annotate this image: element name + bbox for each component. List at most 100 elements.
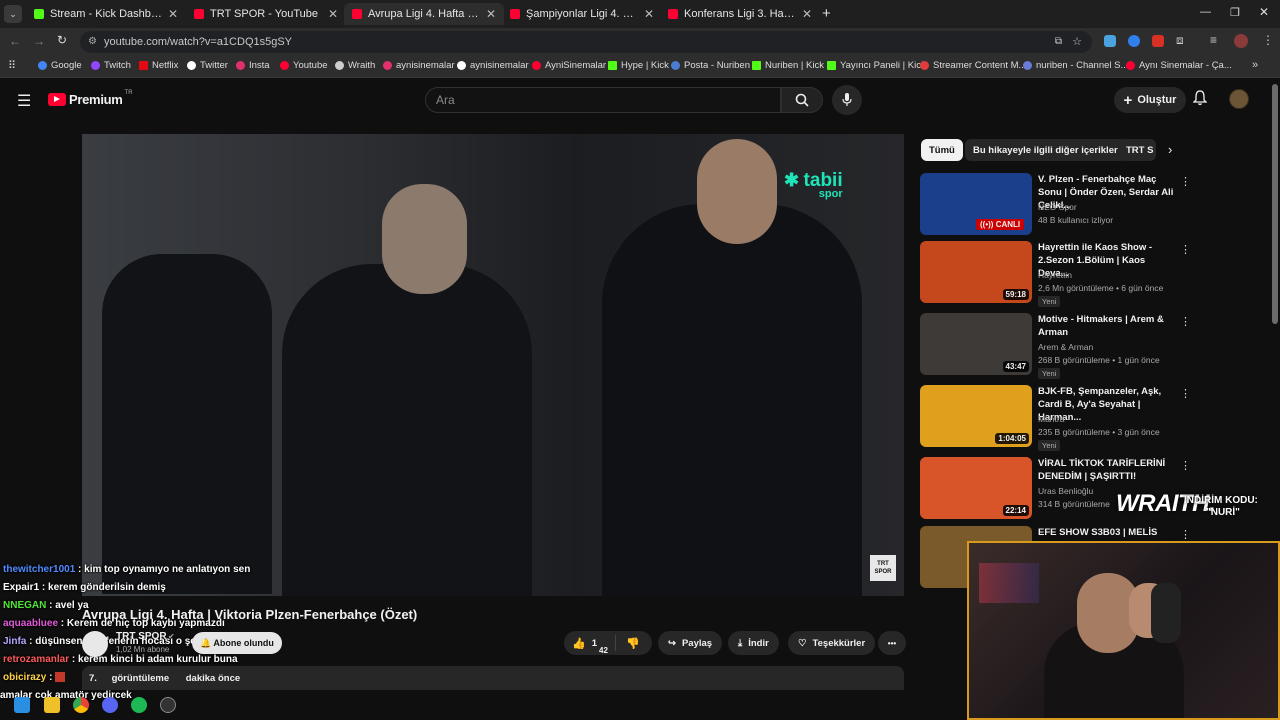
bookmark-ayni-sinemalar[interactable]: Aynı Sinemalar - Ça... [1126,60,1232,71]
more-options-icon[interactable]: ⋮ [1180,243,1191,256]
chip-related[interactable]: Bu hikayeyle ilgili diğer içerikler [965,139,1126,161]
more-options-icon[interactable]: ⋮ [1180,528,1191,541]
recommendation-channel[interactable]: Uras Benlioğlu [1038,486,1093,496]
more-actions-button[interactable]: ••• [878,631,906,655]
create-button[interactable]: + Oluştur [1114,87,1186,113]
extensions-puzzle-icon[interactable]: ⧈ [1176,33,1184,48]
recommendation-title[interactable]: VİRAL TİKTOK TARİFLERİNİ DENEDİM | ŞAŞIR… [1038,457,1178,483]
close-icon[interactable]: ✕ [802,7,812,21]
close-icon[interactable]: ✕ [644,7,654,21]
bookmark-twitch[interactable]: Twitch [91,60,131,71]
bookmark-hype-kick[interactable]: Hype | Kick [608,60,669,71]
voice-search-button[interactable] [832,85,862,115]
chat-username[interactable]: Expair1 [3,582,39,593]
chat-username[interactable]: obicirazy [3,672,46,683]
bookmark-netflix[interactable]: Netflix [139,60,178,71]
spotify-icon[interactable] [131,697,147,713]
search-button[interactable] [781,87,823,113]
bookmark-insta[interactable]: Insta [236,60,270,71]
subscribed-button[interactable]: 🔔 Abone olundu [192,632,282,654]
bookmark-channel[interactable]: nuriben - Channel S... [1023,60,1128,71]
recommendation-item[interactable]: 59:18 Hayrettin ile Kaos Show - 2.Sezon 1… [920,241,1191,307]
search-input[interactable]: Ara [425,87,781,113]
recommendation-item[interactable]: 43:47 Motive - Hitmakers | Arem & Arman Ar… [920,313,1191,379]
file-explorer-icon[interactable] [44,697,60,713]
more-options-icon[interactable]: ⋮ [1180,459,1191,472]
bookmark-yayinci-paneli[interactable]: Yayıncı Paneli | Kick [827,60,926,71]
bookmark-nuriben-kick[interactable]: Nuriben | Kick [752,60,824,71]
chat-username[interactable]: NNEGAN [3,600,46,611]
reload-icon[interactable]: ↻ [57,33,67,47]
more-options-icon[interactable]: ⋮ [1180,387,1191,400]
address-bar[interactable]: ⚙ youtube.com/watch?v=a1CDQ1s5gSY ⧉ ☆ [80,31,1092,53]
bookmark-aynisinemalar-1[interactable]: aynisinemalar [383,60,455,71]
media-controls-icon[interactable]: ≡ [1210,33,1217,47]
video-player[interactable]: ✱ tabii spor TRT SPOR [82,134,904,596]
recommendation-channel[interactable]: Arem & Arman [1038,342,1093,352]
bookmark-posta[interactable]: Posta - Nuriben [671,60,750,71]
channel-name[interactable]: TRT SPOR [116,631,167,642]
bookmark-twitter[interactable]: Twitter [187,60,228,71]
close-icon[interactable]: ✕ [168,7,178,21]
more-options-icon[interactable]: ⋮ [1180,315,1191,328]
discord-icon[interactable] [102,697,118,713]
dislike-button[interactable]: 👎 [616,637,640,650]
browser-tab-2[interactable]: TRT SPOR - YouTube ✕ [186,3,346,25]
notifications-bell-icon[interactable] [1192,90,1208,106]
browser-tab-1[interactable]: Stream - Kick Dashboard ✕ [26,3,186,25]
extension-red-icon[interactable] [1152,35,1164,47]
chrome-icon[interactable] [73,697,89,713]
chip-all[interactable]: Tümü [921,139,963,161]
profile-avatar-icon[interactable] [1234,34,1248,48]
more-bookmarks-icon[interactable]: » [1252,59,1258,71]
back-icon[interactable]: ← [9,34,21,48]
account-avatar[interactable] [1229,89,1249,109]
bookmark-aynisinemalar-3[interactable]: AyniSinemalar [532,60,606,71]
extension-globe-icon[interactable] [1128,35,1140,47]
bookmark-aynisinemalar-2[interactable]: aynisinemalar [457,60,529,71]
apps-grid-icon[interactable]: ⠿ [8,59,16,72]
browser-tab-3-active[interactable]: Avrupa Ligi 4. Hafta | Viktoria P ✕ [344,3,504,25]
browser-tab-5[interactable]: Konferans Ligi 3. Hafta | Samsun ✕ [660,3,820,25]
like-button[interactable]: 👍 1 42 [564,635,616,655]
more-options-icon[interactable]: ⋮ [1180,175,1191,188]
thanks-button[interactable]: ♡ Teşekkürler [788,631,876,655]
new-tab-button[interactable]: + [822,5,831,22]
page-scrollbar[interactable] [1272,84,1278,324]
recommendation-title[interactable]: EFE SHOW S3B03 | MELİS [1038,526,1178,539]
channel-avatar[interactable] [82,631,108,657]
tab-search-icon[interactable]: ⌄ [4,5,22,23]
close-icon[interactable]: ✕ [328,7,338,21]
download-button[interactable]: ⤓ İndir [728,631,779,655]
chat-username[interactable]: aquaabluee [3,618,58,629]
bookmark-streamer-content[interactable]: Streamer Content M... [920,60,1026,71]
chat-username[interactable]: Jinfa [3,636,26,647]
minimize-icon[interactable]: — [1200,6,1211,18]
bookmark-google[interactable]: Google [38,60,82,71]
obs-icon[interactable] [160,697,176,713]
chip-trt-spor[interactable]: TRT S [1118,139,1156,161]
extension-shield-icon[interactable] [1104,35,1116,47]
recommendation-channel[interactable]: Hayrettin [1038,270,1072,280]
recommendation-title[interactable]: Motive - Hitmakers | Arem & Arman [1038,313,1178,339]
install-icon[interactable]: ⧉ [1055,31,1062,53]
bookmark-wraith[interactable]: Wraith [335,60,375,71]
chat-username[interactable]: thewitcher1001 [3,564,75,575]
youtube-logo[interactable]: Premium TR [48,90,133,107]
close-window-icon[interactable]: ✕ [1259,5,1269,19]
share-button[interactable]: ↪ Paylaş [658,631,723,655]
browser-menu-icon[interactable]: ⋮ [1262,33,1274,47]
recommendation-channel[interactable]: NEO Spor [1038,202,1077,212]
bookmark-youtube[interactable]: Youtube [280,60,328,71]
hamburger-menu-icon[interactable]: ☰ [17,91,31,111]
browser-tab-4[interactable]: Şampiyonlar Ligi 4. Hafta | Club ✕ [502,3,662,25]
bookmark-star-icon[interactable]: ☆ [1072,31,1082,53]
maximize-icon[interactable]: ❐ [1230,6,1240,19]
windows-start-icon[interactable] [14,697,30,713]
site-info-icon[interactable]: ⚙ [88,31,97,53]
recommendation-channel[interactable]: Mantra [1038,414,1064,424]
chat-username[interactable]: retrozamanlar [3,654,69,665]
close-icon[interactable]: ✕ [486,7,496,21]
forward-icon[interactable]: → [33,34,45,48]
recommendation-item[interactable]: 1:04:05 BJK-FB, Şempanzeler, Aşk, Cardi B… [920,385,1191,451]
